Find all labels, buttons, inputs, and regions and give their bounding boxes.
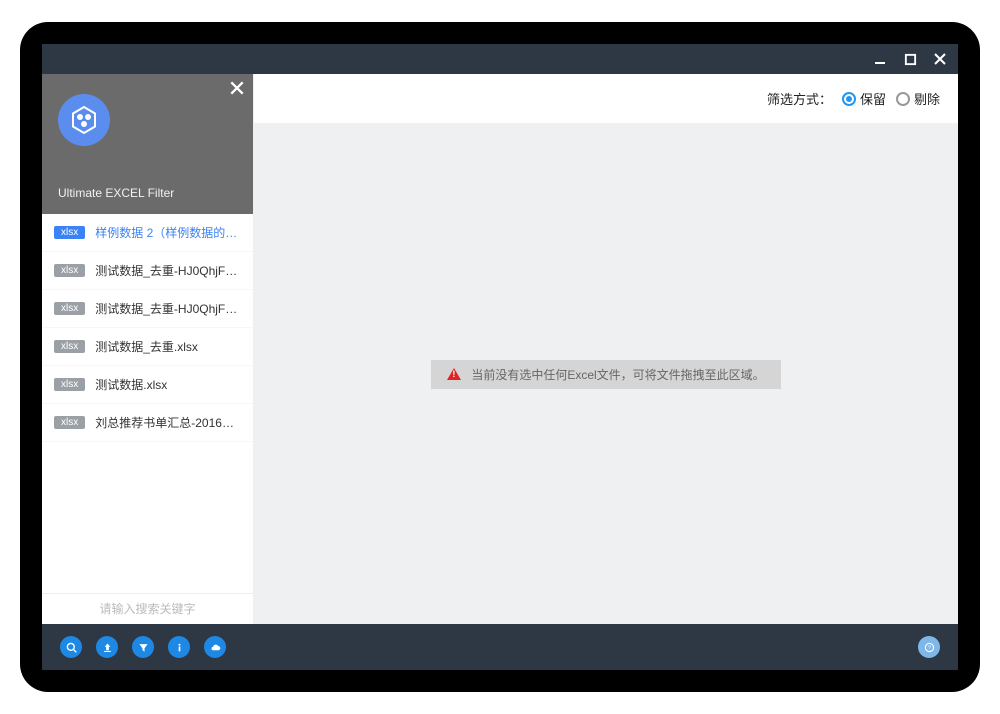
radio-dot-icon [896, 92, 910, 106]
radio-keep[interactable]: 保留 [842, 89, 886, 108]
window: Ultimate EXCEL Filter xlsx 样例数据 2（样例数据的前… [42, 44, 958, 670]
close-window-button[interactable] [930, 49, 950, 69]
file-item[interactable]: xlsx 测试数据.xlsx [42, 366, 253, 404]
help-button[interactable]: ? [918, 636, 940, 658]
svg-text:?: ? [927, 645, 930, 651]
titlebar [42, 44, 958, 74]
search-box [42, 593, 253, 624]
upload-button[interactable] [96, 636, 118, 658]
main-area: 筛选方式： 保留 剔除 当前没有选中任何Excel文件，可将文件拖拽至此区域。 [254, 74, 958, 624]
file-item[interactable]: xlsx 样例数据 2（样例数据的前10... [42, 214, 253, 252]
file-list: xlsx 样例数据 2（样例数据的前10... xlsx 测试数据_去重-HJ0… [42, 214, 253, 593]
main-header: 筛选方式： 保留 剔除 [254, 74, 958, 124]
file-label: 测试数据_去重.xlsx [95, 338, 198, 355]
info-button[interactable] [168, 636, 190, 658]
drop-zone[interactable]: 当前没有选中任何Excel文件，可将文件拖拽至此区域。 [254, 124, 958, 624]
empty-message: 当前没有选中任何Excel文件，可将文件拖拽至此区域。 [471, 366, 764, 383]
minimize-button[interactable] [870, 49, 890, 69]
file-item[interactable]: xlsx 测试数据_去重-HJ0QhjFkW... [42, 252, 253, 290]
file-item[interactable]: xlsx 刘总推荐书单汇总-2016年12... [42, 404, 253, 442]
file-type-badge: xlsx [54, 264, 85, 277]
search-button[interactable] [60, 636, 82, 658]
file-item[interactable]: xlsx 测试数据_去重.xlsx [42, 328, 253, 366]
sidebar: Ultimate EXCEL Filter xlsx 样例数据 2（样例数据的前… [42, 74, 254, 624]
radio-dot-icon [842, 92, 856, 106]
empty-banner: 当前没有选中任何Excel文件，可将文件拖拽至此区域。 [431, 360, 780, 389]
filter-mode-label: 筛选方式： [767, 89, 832, 108]
filter-button[interactable] [132, 636, 154, 658]
file-item[interactable]: xlsx 测试数据_去重-HJ0QhjFkW.... [42, 290, 253, 328]
warning-icon [447, 368, 461, 380]
file-type-badge: xlsx [54, 302, 85, 315]
file-label: 刘总推荐书单汇总-2016年12... [95, 414, 241, 431]
radio-remove[interactable]: 剔除 [896, 89, 940, 108]
file-label: 测试数据_去重-HJ0QhjFkW... [95, 262, 241, 279]
file-label: 测试数据_去重-HJ0QhjFkW.... [95, 300, 241, 317]
file-label: 样例数据 2（样例数据的前10... [95, 224, 241, 241]
app-frame: Ultimate EXCEL Filter xlsx 样例数据 2（样例数据的前… [20, 22, 980, 692]
file-type-badge: xlsx [54, 226, 85, 239]
file-type-badge: xlsx [54, 416, 85, 429]
footer-toolbar: ? [42, 624, 958, 670]
app-logo [58, 94, 110, 146]
close-sidebar-button[interactable] [229, 80, 245, 101]
radio-remove-label: 剔除 [914, 89, 940, 108]
body: Ultimate EXCEL Filter xlsx 样例数据 2（样例数据的前… [42, 74, 958, 624]
file-type-badge: xlsx [54, 378, 85, 391]
cloud-button[interactable] [204, 636, 226, 658]
search-input[interactable] [52, 602, 243, 616]
radio-keep-label: 保留 [860, 89, 886, 108]
file-label: 测试数据.xlsx [95, 376, 167, 393]
sidebar-header: Ultimate EXCEL Filter [42, 74, 253, 214]
maximize-button[interactable] [900, 49, 920, 69]
app-title: Ultimate EXCEL Filter [58, 186, 174, 200]
file-type-badge: xlsx [54, 340, 85, 353]
